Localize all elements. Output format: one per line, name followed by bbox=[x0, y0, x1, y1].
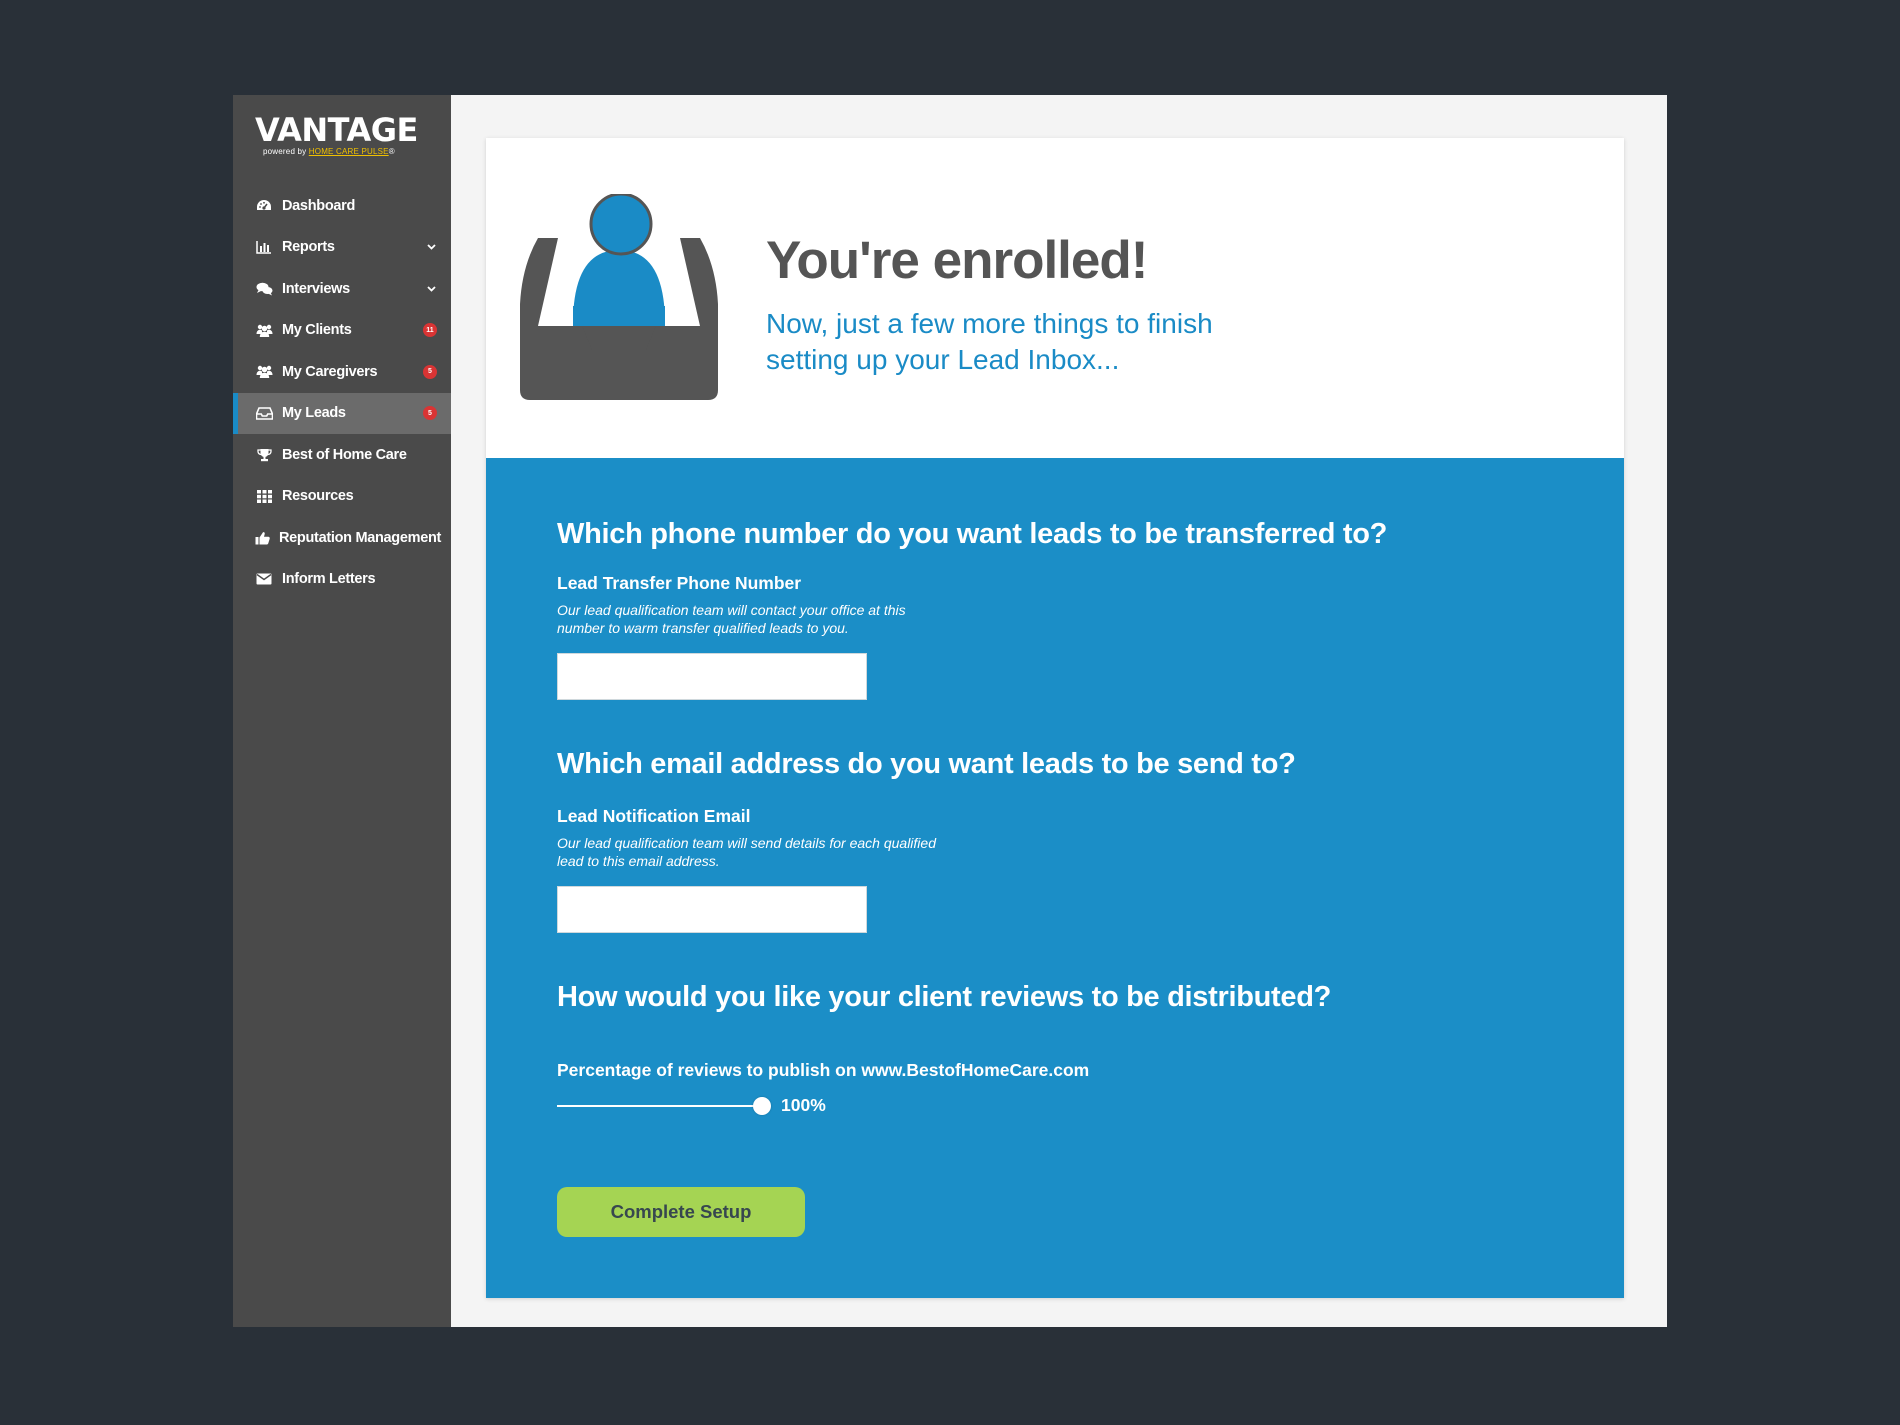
notification-badge: 5 bbox=[423, 406, 437, 421]
app-window: VANTAGE powered by HOME CARE PULSE® Dash… bbox=[233, 95, 1667, 1327]
chevron-down-icon[interactable] bbox=[425, 283, 437, 295]
phone-help-text: Our lead qualification team will contact… bbox=[557, 602, 906, 636]
slider-value: 100% bbox=[781, 1095, 826, 1115]
sidebar-item-label: Inform Letters bbox=[282, 571, 376, 588]
sidebar-item-resources[interactable]: Resources bbox=[233, 476, 451, 518]
dashboard-icon bbox=[255, 197, 273, 215]
logo-tagline: powered by HOME CARE PULSE® bbox=[263, 147, 395, 157]
lead-inbox-icon bbox=[520, 194, 718, 400]
sidebar-item-label: Interviews bbox=[282, 280, 350, 297]
sidebar-item-label: My Clients bbox=[282, 322, 352, 339]
sidebar-item-my-leads[interactable]: My Leads 5 bbox=[233, 392, 451, 434]
slider-fill bbox=[557, 1105, 762, 1107]
logo-tagline-prefix: powered by bbox=[263, 147, 307, 156]
users-icon bbox=[255, 321, 273, 339]
sidebar-item-reports[interactable]: Reports bbox=[233, 227, 451, 269]
sidebar-nav: Dashboard Reports Interviews My Clients … bbox=[233, 185, 451, 600]
email-question: Which email address do you want leads to… bbox=[557, 748, 1296, 780]
vantage-logo[interactable]: VANTAGE powered by HOME CARE PULSE® bbox=[255, 111, 418, 163]
page-subtitle: Now, just a few more things to finish se… bbox=[766, 308, 1213, 375]
sidebar-item-label: Reports bbox=[282, 239, 335, 256]
sidebar-item-label: My Caregivers bbox=[282, 363, 378, 380]
inbox-icon bbox=[255, 404, 273, 422]
sidebar-item-my-clients[interactable]: My Clients 11 bbox=[233, 310, 451, 352]
phone-question: Which phone number do you want leads to … bbox=[557, 518, 1388, 550]
sidebar: VANTAGE powered by HOME CARE PULSE® Dash… bbox=[233, 95, 451, 1327]
lead-setup-form: Which phone number do you want leads to … bbox=[486, 458, 1624, 1298]
users-icon bbox=[255, 363, 273, 381]
envelope-icon bbox=[255, 570, 273, 588]
notification-badge: 5 bbox=[423, 364, 437, 379]
email-help-text: Our lead qualification team will send de… bbox=[557, 835, 936, 869]
chat-bubbles-icon bbox=[255, 280, 273, 298]
main-content: You're enrolled! Now, just a few more th… bbox=[451, 95, 1667, 1327]
sidebar-item-label: Reputation Management bbox=[279, 529, 442, 546]
notification-badge: 11 bbox=[423, 323, 437, 338]
sidebar-item-reputation-management[interactable]: Reputation Management bbox=[233, 517, 451, 559]
bar-chart-icon bbox=[255, 238, 273, 256]
logo-tagline-brand: HOME CARE PULSE bbox=[308, 147, 389, 156]
lead-notification-email-input[interactable] bbox=[557, 886, 867, 933]
reviews-field-label: Percentage of reviews to publish on www.… bbox=[557, 1060, 1090, 1080]
sidebar-item-label: My Leads bbox=[282, 405, 346, 422]
sidebar-item-my-caregivers[interactable]: My Caregivers 5 bbox=[233, 351, 451, 393]
complete-setup-button[interactable]: Complete Setup bbox=[557, 1187, 805, 1237]
sidebar-item-label: Best of Home Care bbox=[282, 446, 407, 463]
slider-thumb[interactable] bbox=[753, 1097, 771, 1115]
sidebar-item-inform-letters[interactable]: Inform Letters bbox=[233, 559, 451, 601]
phone-field-label: Lead Transfer Phone Number bbox=[557, 573, 802, 593]
sidebar-item-label: Dashboard bbox=[282, 197, 356, 214]
logo-wordmark: VANTAGE bbox=[255, 111, 418, 149]
reviews-percentage-slider[interactable] bbox=[557, 1096, 771, 1116]
thumbs-up-icon bbox=[255, 529, 270, 547]
lead-transfer-phone-input[interactable] bbox=[557, 653, 867, 700]
sidebar-item-dashboard[interactable]: Dashboard bbox=[233, 185, 451, 227]
enrollment-hero: You're enrolled! Now, just a few more th… bbox=[486, 138, 1624, 458]
sidebar-item-interviews[interactable]: Interviews bbox=[233, 268, 451, 310]
trophy-icon bbox=[255, 446, 273, 464]
sidebar-item-best-of-home-care[interactable]: Best of Home Care bbox=[233, 434, 451, 476]
page-title: You're enrolled! bbox=[766, 231, 1148, 290]
reviews-question: How would you like your client reviews t… bbox=[557, 981, 1332, 1013]
logo-tagline-mark: ® bbox=[388, 147, 395, 156]
grid-icon bbox=[255, 487, 273, 505]
email-field-label: Lead Notification Email bbox=[557, 806, 751, 826]
sidebar-item-label: Resources bbox=[282, 488, 354, 505]
chevron-down-icon[interactable] bbox=[425, 241, 437, 253]
setup-card: You're enrolled! Now, just a few more th… bbox=[486, 138, 1624, 1298]
